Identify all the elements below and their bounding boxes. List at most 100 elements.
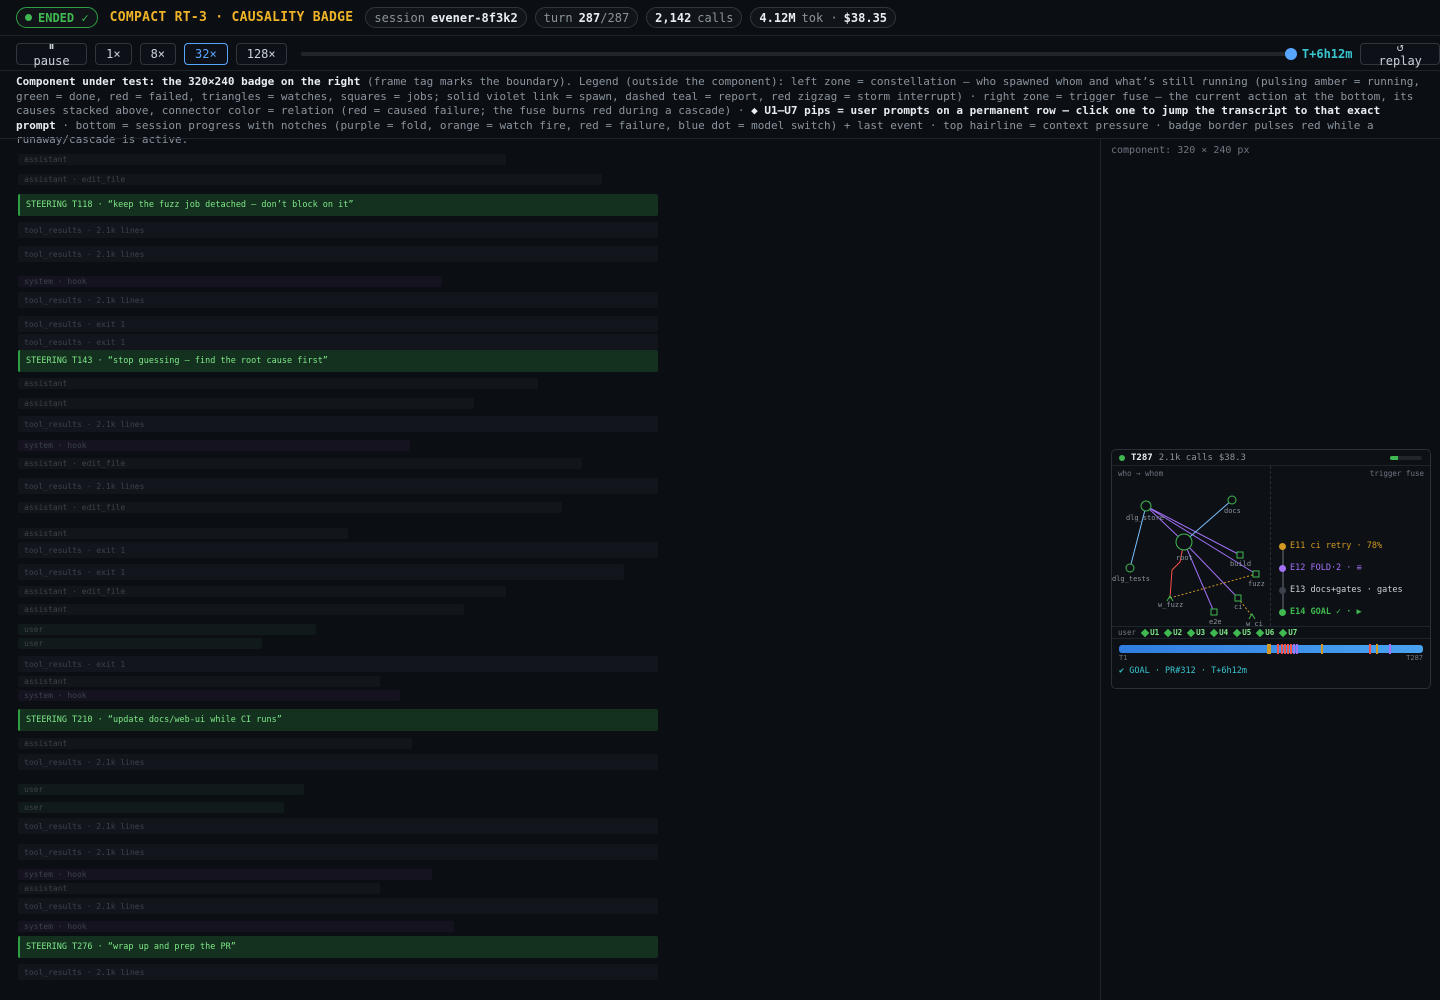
transcript-row[interactable]: tool_results · 2.1k lines: [18, 898, 658, 914]
fuse-event-text: E14 GOAL ✓ · ▶: [1290, 607, 1362, 617]
node-dlg-store: [1140, 500, 1152, 512]
transcript-row[interactable]: tool_results · 2.1k lines: [18, 754, 658, 770]
last-event: ✔ GOAL · PR#312 · T+6h12m: [1119, 666, 1247, 676]
transcript-row[interactable]: user: [18, 784, 304, 795]
transcript-row[interactable]: assistant: [18, 676, 380, 687]
transcript-row[interactable]: tool_results · exit 1: [18, 316, 658, 332]
transcript-row[interactable]: tool_results · 2.1k lines: [18, 818, 658, 834]
transcript-row[interactable]: assistant: [18, 604, 464, 615]
pip-label: U1: [1150, 628, 1160, 637]
session-progress-bar: [1119, 644, 1423, 654]
node-label: dlg_tests: [1112, 575, 1150, 583]
progress-notch: [1369, 644, 1371, 654]
transcript-row[interactable]: tool_results · 2.1k lines: [18, 222, 658, 238]
transcript-row[interactable]: assistant · edit_file: [18, 502, 562, 513]
watch-w-ci: [1248, 613, 1256, 620]
speed-8x-button[interactable]: 8×: [139, 42, 177, 65]
steering-message[interactable]: STEERING T210 · “update docs/web-ui whil…: [18, 709, 658, 731]
transcript-row[interactable]: tool_results · 2.1k lines: [18, 416, 658, 432]
user-prompt-pip-u3[interactable]: U3: [1186, 628, 1205, 637]
transcript-row[interactable]: system · hook: [18, 921, 454, 932]
user-prompt-pip-u1[interactable]: U1: [1140, 628, 1160, 637]
diamond-icon: [1279, 628, 1288, 637]
session-pill: session evener-8f3k2: [365, 7, 527, 28]
transcript-row[interactable]: tool_results · exit 1: [18, 656, 658, 672]
progress-notch: [1293, 644, 1295, 654]
scrubber-handle[interactable]: [1284, 47, 1297, 60]
transcript-row[interactable]: assistant: [18, 883, 380, 894]
context-pressure-fill: [1390, 456, 1398, 460]
calls-pill: 2,142 calls: [646, 7, 743, 28]
user-prompt-pip-u2[interactable]: U2: [1163, 628, 1182, 637]
speed-32x-button[interactable]: 32×: [184, 42, 228, 65]
transcript-row[interactable]: user: [18, 638, 262, 649]
transcript-row[interactable]: assistant: [18, 154, 506, 165]
fuse-event: E11 ci retry · 78%: [1279, 541, 1382, 551]
progress-notch: [1287, 644, 1289, 654]
user-prompt-pip-u7[interactable]: U7: [1279, 628, 1298, 637]
job-ci: [1234, 594, 1242, 602]
transcript-row[interactable]: system · hook: [18, 869, 432, 880]
transcript-row[interactable]: assistant: [18, 738, 412, 749]
transcript-row[interactable]: tool_results · 2.1k lines: [18, 292, 658, 308]
fuse-event: E13 docs+gates · gates: [1279, 585, 1403, 595]
fuse-event: E14 GOAL ✓ · ▶: [1279, 607, 1362, 617]
transcript-panel[interactable]: assistant assistant · edit_file STEERING T…: [0, 139, 1100, 1000]
transcript-row[interactable]: tool_results · exit 1: [18, 334, 658, 350]
diamond-icon: [1140, 628, 1150, 637]
legend-text: Component under test: the 320×240 badge …: [16, 75, 1426, 148]
steering-message[interactable]: STEERING T118 · “keep the fuzz job detac…: [18, 194, 658, 216]
transcript-row[interactable]: tool_results · 2.1k lines: [18, 246, 658, 262]
user-prompt-pip-u4[interactable]: U4: [1209, 628, 1228, 637]
diamond-icon: [1255, 628, 1265, 637]
speed-128x-button[interactable]: 128×: [235, 42, 287, 65]
node-dlg-tests: [1125, 563, 1135, 573]
steering-message[interactable]: STEERING T276 · “wrap up and prep the PR…: [18, 936, 658, 958]
spawn-link: [1183, 541, 1239, 599]
transcript-row[interactable]: tool_results · exit 1: [18, 542, 658, 558]
progress-notch: [1277, 644, 1279, 654]
transcript-row[interactable]: system · hook: [18, 440, 410, 451]
fuse-dot: [1279, 564, 1286, 572]
transcript-row[interactable]: system · hook: [18, 276, 442, 287]
transcript-row[interactable]: tool_results · 2.1k lines: [18, 844, 658, 860]
pip-label: U7: [1288, 628, 1298, 637]
panel-divider: [1100, 139, 1101, 1000]
transcript-row[interactable]: assistant: [18, 528, 348, 539]
replay-button[interactable]: ↺ replay: [1360, 40, 1440, 68]
transcript-row[interactable]: assistant · edit_file: [18, 586, 506, 597]
transcript-row[interactable]: user: [18, 802, 284, 813]
speed-1x-button[interactable]: 1×: [95, 42, 132, 65]
fuse-event-text: E12 FOLD·2 · ≡: [1290, 563, 1362, 573]
timeline-scrubber[interactable]: [300, 47, 1297, 60]
transcript-row[interactable]: assistant: [18, 378, 538, 389]
badge-turn: T287: [1131, 452, 1153, 463]
transcript-row[interactable]: tool_results · exit 1: [18, 564, 624, 580]
fuse-event-text: E13 docs+gates · gates: [1290, 585, 1403, 595]
top-bar: ENDED ✓ COMPACT RT-3 · CAUSALITY BADGE s…: [0, 0, 1440, 36]
job-e2e: [1210, 608, 1218, 616]
progress-start-label: T1: [1119, 654, 1128, 662]
progress-notch: [1376, 644, 1378, 654]
transcript-row[interactable]: assistant: [18, 398, 474, 409]
transcript-row[interactable]: user: [18, 624, 316, 635]
transcript-row[interactable]: tool_results · 2.1k lines: [18, 478, 658, 494]
transcript-row[interactable]: assistant · edit_file: [18, 458, 582, 469]
job-build: [1236, 551, 1244, 559]
user-prompt-pip-u6[interactable]: U6: [1255, 628, 1274, 637]
status-text: ENDED ✓: [38, 10, 89, 25]
transcript-row[interactable]: assistant · edit_file: [18, 174, 602, 185]
transcript-row[interactable]: system · hook: [18, 690, 400, 701]
progress-end-label: T287: [1406, 654, 1423, 662]
node-label: dlg_store: [1126, 514, 1164, 522]
pause-button[interactable]: ⏸ pause: [16, 39, 88, 68]
transcript-row[interactable]: tool_results · 2.1k lines: [18, 964, 658, 980]
user-prompt-row: user U1 U2 U3 U4 U5 U6 U7: [1112, 626, 1430, 639]
steering-message[interactable]: STEERING T143 · “stop guessing — find th…: [18, 350, 658, 372]
causality-badge: T287 2.1k calls $38.3 who → whom trigger…: [1111, 449, 1431, 689]
session-value: evener-8f3k2: [430, 10, 518, 25]
user-prompt-pip-u5[interactable]: U5: [1232, 628, 1252, 637]
pip-label: U5: [1242, 628, 1252, 637]
badge-header: T287 2.1k calls $38.3: [1112, 450, 1430, 466]
component-size-label: component: 320 × 240 px: [1111, 145, 1250, 156]
